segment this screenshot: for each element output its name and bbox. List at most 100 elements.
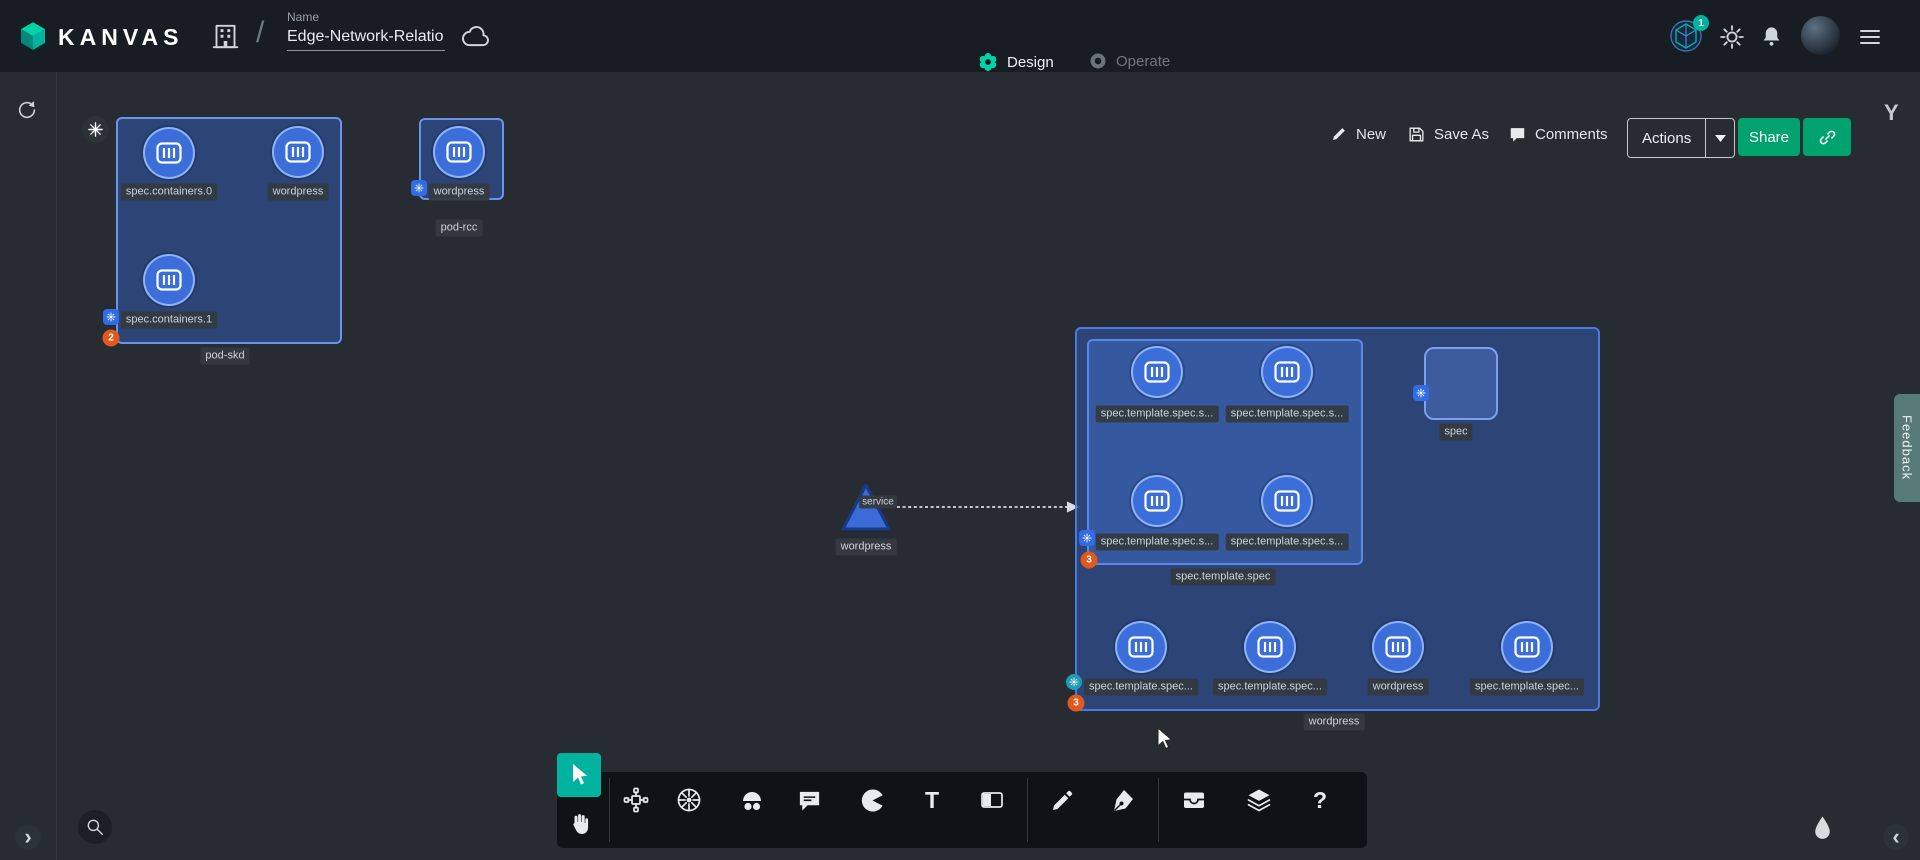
layers-tool[interactable]	[1239, 780, 1279, 820]
node-container[interactable]	[1372, 621, 1424, 673]
group-label: pod-rcc	[436, 220, 483, 237]
feedback-label: Feedback	[1900, 415, 1915, 480]
expand-left-panel-button[interactable]: ›	[15, 824, 41, 850]
notification-count-badge: 1	[1693, 15, 1709, 31]
shapes-tool[interactable]	[732, 780, 772, 820]
components-icon	[623, 787, 649, 813]
group-spec-template-spec[interactable]	[1087, 339, 1363, 565]
comment-icon	[1508, 125, 1527, 144]
refresh-icon[interactable]	[16, 99, 38, 121]
menu-icon[interactable]	[1860, 26, 1880, 48]
tab-design[interactable]: Design	[977, 51, 1054, 73]
kanvas-logo-icon[interactable]	[16, 19, 50, 53]
edge-service-to-deployment	[895, 495, 1081, 519]
kubernetes-badge-icon	[1066, 674, 1082, 690]
left-rail	[0, 72, 57, 860]
design-name-label: Name	[287, 10, 445, 24]
notifications-bell-icon[interactable]	[1760, 25, 1783, 48]
y-panel-toggle[interactable]: Y	[1884, 100, 1899, 126]
pen-nib-icon	[1110, 787, 1136, 813]
text-tool-glyph: T	[925, 787, 939, 814]
share-button-label: Share	[1749, 129, 1789, 146]
node-container[interactable]	[1261, 475, 1313, 527]
comment-bubble-icon	[797, 788, 822, 813]
sticker-tool[interactable]	[852, 780, 892, 820]
comments-button[interactable]: Comments	[1508, 125, 1608, 144]
node-label: spec.containers.1	[121, 312, 217, 329]
node-container[interactable]	[1131, 346, 1183, 398]
group-label: wordpress	[1304, 714, 1365, 731]
design-canvas[interactable]: spec.containers.0 wordpress spec.contain…	[0, 72, 1920, 860]
node-label: wordpress	[429, 184, 490, 201]
cursor-tool[interactable]	[557, 753, 601, 797]
node-label: spec.containers.0	[121, 184, 217, 201]
chevron-right-icon: ›	[24, 826, 31, 848]
archive-tool[interactable]	[1174, 780, 1214, 820]
node-container[interactable]	[1131, 475, 1183, 527]
actions-caret-button[interactable]	[1705, 119, 1734, 157]
text-tool[interactable]: T	[912, 780, 952, 820]
node-container[interactable]	[272, 126, 324, 178]
actions-dropdown[interactable]: Actions	[1627, 118, 1735, 158]
group-spec[interactable]	[1424, 347, 1498, 420]
comment-tool[interactable]	[789, 780, 829, 820]
save-as-button[interactable]: Save As	[1407, 125, 1489, 144]
node-container[interactable]	[143, 127, 195, 179]
share-button[interactable]: Share	[1738, 118, 1800, 156]
group-label: spec	[1439, 424, 1472, 441]
layers-icon	[1246, 787, 1272, 813]
new-button[interactable]: New	[1330, 125, 1386, 143]
node-container[interactable]	[1244, 621, 1296, 673]
design-name-input[interactable]: Edge-Network-Relatio	[287, 28, 445, 51]
node-label: spec.template.spec.s...	[1096, 534, 1219, 551]
issue-count-badge: 3	[1068, 695, 1085, 712]
node-label: wordpress	[836, 539, 897, 556]
collapse-right-panel-button[interactable]: ‹	[1883, 824, 1909, 850]
components-tool[interactable]	[616, 780, 656, 820]
design-tab-icon	[977, 51, 999, 73]
chevron-left-icon: ‹	[1892, 826, 1899, 848]
breadcrumb-separator: /	[256, 16, 264, 50]
rectangle-icon	[979, 787, 1005, 813]
help-tool[interactable]: ?	[1300, 780, 1340, 820]
pan-hand-tool[interactable]	[559, 803, 599, 843]
copy-link-button[interactable]	[1803, 118, 1851, 156]
pen-tool[interactable]	[1103, 780, 1143, 820]
save-as-button-label: Save As	[1434, 126, 1489, 143]
freehand-pencil-icon	[1050, 787, 1076, 813]
node-label: spec.template.spec.s...	[1096, 406, 1219, 423]
extensions-icon[interactable]: 1	[1669, 19, 1703, 53]
app-title: KANVAS	[58, 24, 183, 51]
link-icon	[1818, 128, 1837, 147]
kubernetes-tool[interactable]	[669, 780, 709, 820]
ink-drop-icon[interactable]	[1811, 815, 1834, 842]
comments-button-label: Comments	[1535, 126, 1608, 143]
node-container[interactable]	[433, 126, 485, 178]
kubernetes-badge-icon	[1413, 385, 1429, 401]
service-type-tag: service	[859, 496, 897, 509]
dock-divider	[609, 778, 610, 842]
cloud-sync-icon[interactable]	[462, 24, 492, 48]
tab-operate[interactable]: Operate	[1088, 51, 1170, 71]
feedback-tab[interactable]: Feedback	[1894, 394, 1920, 502]
node-container[interactable]	[1261, 346, 1313, 398]
avatar[interactable]	[1801, 16, 1840, 55]
help-tool-glyph: ?	[1313, 787, 1327, 814]
settings-gear-icon[interactable]	[1719, 24, 1745, 50]
pencil-tool[interactable]	[1043, 780, 1083, 820]
mouse-cursor	[1155, 727, 1177, 753]
snowflake-icon[interactable]	[82, 116, 109, 143]
node-container[interactable]	[1115, 621, 1167, 673]
tab-operate-label: Operate	[1116, 53, 1170, 70]
node-container[interactable]	[1501, 621, 1553, 673]
dock-divider	[1027, 778, 1028, 842]
rectangle-tool[interactable]	[972, 780, 1012, 820]
magnifier-icon	[86, 818, 104, 836]
zoom-button[interactable]	[78, 810, 112, 844]
actions-button-label[interactable]: Actions	[1628, 119, 1705, 157]
kubernetes-badge-icon	[1079, 530, 1095, 546]
node-label: spec.template.spec...	[1470, 679, 1584, 696]
workspace-building-icon[interactable]	[212, 23, 239, 50]
node-container[interactable]	[143, 254, 195, 306]
issue-count-badge: 3	[1081, 552, 1098, 569]
